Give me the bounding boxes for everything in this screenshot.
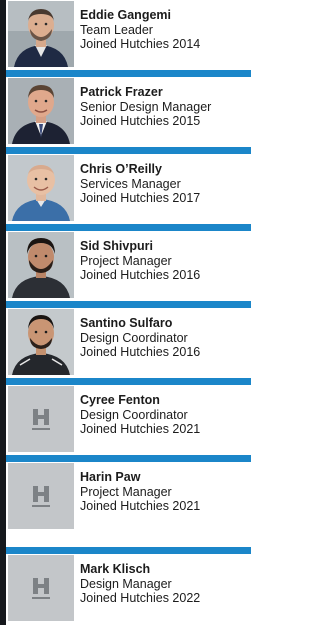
hutchies-logo-placeholder [8, 463, 74, 529]
member-info: Mark Klisch Design Manager Joined Hutchi… [80, 562, 250, 606]
member-name: Sid Shivpuri [80, 239, 153, 253]
member-joined: Joined Hutchies 2016 [80, 345, 201, 359]
member-role: Design Coordinator [80, 330, 188, 345]
team-member-card: Patrick Frazer Senior Design Manager Joi… [6, 77, 251, 147]
team-member-card: Santino Sulfaro Design Coordinator Joine… [6, 308, 251, 378]
member-role: Senior Design Manager [80, 99, 212, 114]
member-role: Team Leader [80, 22, 153, 37]
section-divider [6, 378, 251, 385]
member-joined: Joined Hutchies 2016 [80, 268, 201, 282]
member-role: Design Coordinator [80, 407, 188, 422]
section-divider [6, 147, 251, 154]
hutchies-logo-placeholder [8, 386, 74, 452]
section-divider [6, 224, 251, 231]
member-role: Design Manager [80, 576, 172, 591]
member-name: Patrick Frazer [80, 85, 163, 99]
member-name: Harin Paw [80, 470, 141, 484]
member-joined: Joined Hutchies 2021 [80, 422, 201, 436]
member-name: Santino Sulfaro [80, 316, 173, 330]
portrait-photo [8, 232, 74, 298]
team-member-card: Chris O’Reilly Services Manager Joined H… [6, 154, 251, 224]
section-divider [6, 547, 251, 554]
member-joined: Joined Hutchies 2017 [80, 191, 201, 205]
section-divider [6, 301, 251, 308]
member-joined: Joined Hutchies 2014 [80, 37, 201, 51]
member-info: Cyree Fenton Design Coordinator Joined H… [80, 393, 250, 437]
section-divider [6, 455, 251, 462]
member-joined: Joined Hutchies 2015 [80, 114, 201, 128]
member-joined: Joined Hutchies 2021 [80, 499, 201, 513]
portrait-photo [8, 309, 74, 375]
member-name: Chris O’Reilly [80, 162, 162, 176]
team-member-card: Sid Shivpuri Project Manager Joined Hutc… [6, 231, 251, 301]
member-role: Project Manager [80, 484, 172, 499]
member-role: Services Manager [80, 176, 181, 191]
member-name: Eddie Gangemi [80, 8, 171, 22]
team-member-card: Mark Klisch Design Manager Joined Hutchi… [6, 554, 251, 624]
member-info: Sid Shivpuri Project Manager Joined Hutc… [80, 239, 250, 283]
member-info: Chris O’Reilly Services Manager Joined H… [80, 162, 250, 206]
team-member-card: Harin Paw Project Manager Joined Hutchie… [6, 462, 251, 532]
member-info: Harin Paw Project Manager Joined Hutchie… [80, 470, 250, 514]
section-divider [6, 70, 251, 77]
portrait-photo [8, 1, 74, 67]
portrait-photo [8, 78, 74, 144]
member-joined: Joined Hutchies 2022 [80, 591, 201, 605]
member-name: Cyree Fenton [80, 393, 160, 407]
portrait-photo [8, 155, 74, 221]
member-name: Mark Klisch [80, 562, 151, 576]
team-member-card: Eddie Gangemi Team Leader Joined Hutchie… [6, 0, 251, 70]
member-info: Patrick Frazer Senior Design Manager Joi… [80, 85, 250, 129]
team-list-page: Eddie Gangemi Team Leader Joined Hutchie… [0, 0, 251, 625]
member-role: Project Manager [80, 253, 172, 268]
member-info: Eddie Gangemi Team Leader Joined Hutchie… [80, 8, 250, 52]
member-info: Santino Sulfaro Design Coordinator Joine… [80, 316, 250, 360]
hutchies-logo-placeholder [8, 555, 74, 621]
team-member-card: Cyree Fenton Design Coordinator Joined H… [6, 385, 251, 455]
